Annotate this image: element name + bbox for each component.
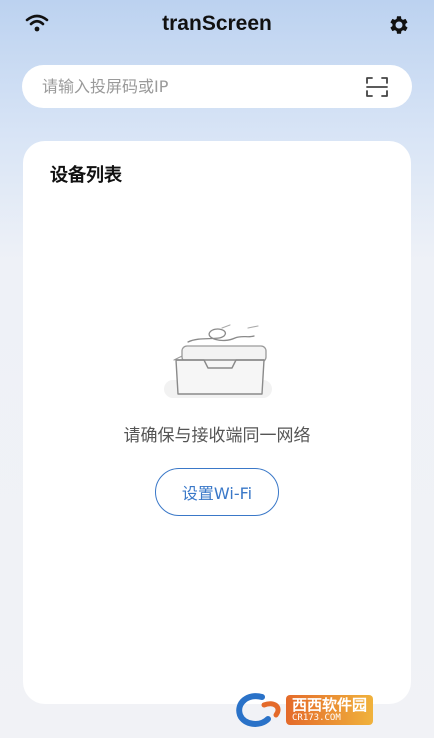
device-list-title: 设备列表: [50, 165, 122, 186]
device-list-card: 设备列表 请确保与接收端同一网络 设置Wi-Fi: [23, 141, 411, 704]
gear-icon: [390, 16, 408, 34]
empty-box-icon: [164, 324, 272, 398]
set-wifi-button[interactable]: 设置Wi-Fi: [155, 468, 279, 516]
watermark-logo-icon: [236, 693, 281, 727]
site-watermark: 西西软件园 CR173.COM: [234, 690, 416, 730]
scan-icon: [366, 76, 388, 97]
empty-message: 请确保与接收端同一网络: [123, 426, 311, 446]
scan-button[interactable]: [364, 74, 390, 100]
watermark-text: 西西软件园 CR173.COM: [286, 695, 374, 725]
app-header: tranScreen: [0, 0, 434, 50]
search-bar: [22, 65, 412, 108]
search-input[interactable]: [22, 65, 364, 108]
app-title: tranScreen: [162, 12, 272, 35]
watermark-main-text: 西西软件园: [292, 696, 368, 714]
settings-button[interactable]: [385, 12, 411, 38]
watermark-sub-text: CR173.COM: [292, 713, 341, 723]
